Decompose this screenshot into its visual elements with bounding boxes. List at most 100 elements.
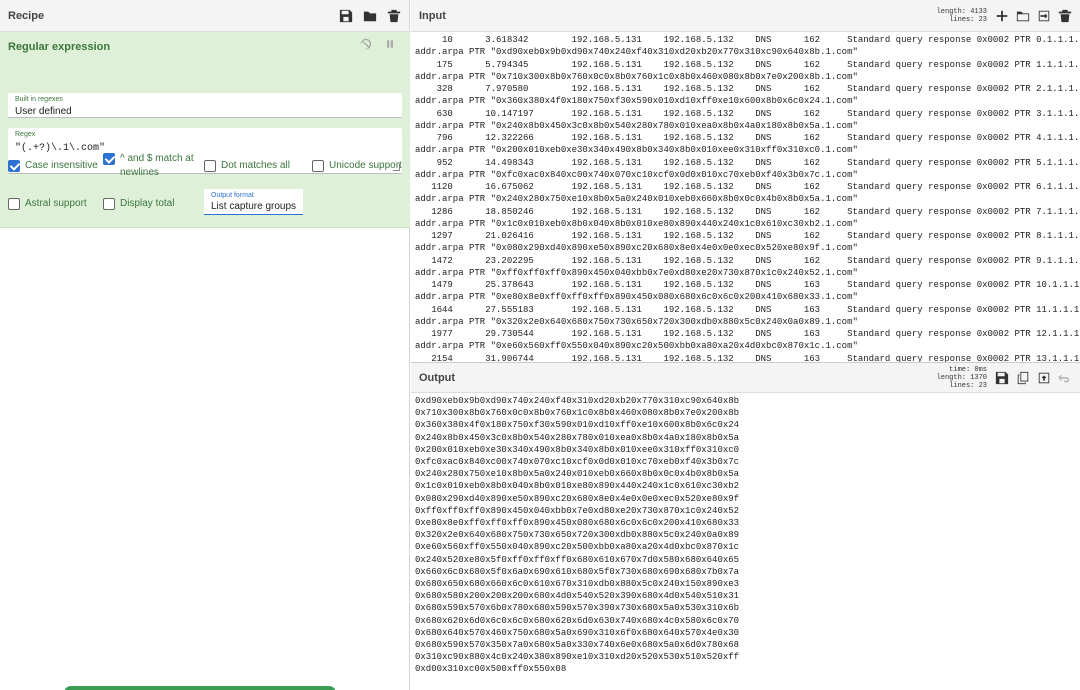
output-line: 0x320x2e0x640x680x750x730x650x720x300xdb… xyxy=(415,530,740,541)
output-line: 0x240x280x750xe10x8b0x5a0x240x010xeb0x66… xyxy=(415,469,740,480)
recipe-title: Recipe xyxy=(8,9,45,22)
output-line: 0x660x6c0x680x5f0x6a0x690x610x680x5f0x73… xyxy=(415,566,740,577)
regex-label: Regex xyxy=(15,131,36,138)
output-time-value: 0ms xyxy=(974,365,987,374)
multiline-checkbox[interactable]: ^ and $ match at newlines xyxy=(103,152,198,180)
input-line: 1286 18.850246 192.168.5.131 192.168.5.1… xyxy=(415,206,1080,217)
output-line: 0xe60x560xff0x550x040x890xc20x500xbb0xa8… xyxy=(415,542,740,553)
input-line: 796 12.322266 192.168.5.131 192.168.5.13… xyxy=(415,133,1080,143)
input-line: 1120 16.675062 192.168.5.131 192.168.5.1… xyxy=(415,182,1080,192)
input-line: 952 14.498343 192.168.5.131 192.168.5.13… xyxy=(415,157,1080,168)
output-line: 0x360x380x4f0x180x750xf30x590x010xd10xff… xyxy=(415,420,740,431)
output-header: Output time: 0ms length: 1370 lines: 23 xyxy=(411,363,1080,393)
output-format-select[interactable]: Output format List capture groups xyxy=(204,189,303,215)
copy-icon[interactable] xyxy=(1016,371,1030,385)
case-insensitive-checkbox[interactable]: Case insensitive xyxy=(8,159,98,173)
recipe-pane: Recipe Regular expression Built in regex… xyxy=(0,0,410,690)
output-line: 0x680x620x6d0x6c0x6c0x680x620x6d0x630x74… xyxy=(415,615,740,626)
builtin-regex-value: User defined xyxy=(15,106,72,117)
input-line: 175 5.794345 192.168.5.131 192.168.5.132… xyxy=(415,59,1080,70)
output-line: 0x710x300x8b0x760x0c0x8b0x760x1c0x8b0x46… xyxy=(415,408,740,419)
output-length-label: length: xyxy=(936,373,966,382)
checkbox-checked[interactable] xyxy=(103,153,115,165)
input-line: addr.arpa PTR "0x240x280x750xe10x8b0x5a0… xyxy=(415,194,858,205)
input-header: Input length: 4133 lines: 23 xyxy=(411,0,1080,32)
output-format-label: Output format xyxy=(211,192,254,199)
undo-icon[interactable] xyxy=(1058,371,1072,385)
checkbox-unchecked[interactable] xyxy=(103,198,115,210)
input-line: addr.arpa PTR "0xd90xeb0x9b0xd90x740x240… xyxy=(415,47,858,58)
trash-icon[interactable] xyxy=(387,9,401,23)
input-line: addr.arpa PTR "0x1c0x010xeb0x8b0x040x8b0… xyxy=(415,218,858,229)
output-line: 0x080x290xd40x890xe50x890xc20x680x8e0x4e… xyxy=(415,493,740,504)
output-line: 0xd90xeb0x9b0xd90x740x240xf40x310xd20xb2… xyxy=(415,396,740,406)
input-line: addr.arpa PTR "0xe60x560xff0x550x040x890… xyxy=(415,341,858,352)
clear-input-icon[interactable] xyxy=(1058,9,1072,23)
pause-icon[interactable] xyxy=(384,38,396,50)
checkbox-unchecked[interactable] xyxy=(312,160,324,172)
case-insensitive-label: Case insensitive xyxy=(25,160,98,171)
input-line: 630 10.147197 192.168.5.131 192.168.5.13… xyxy=(415,108,1080,119)
unicode-support-checkbox[interactable]: Unicode support xyxy=(312,159,402,173)
output-stats: time: 0ms length: 1370 lines: 23 xyxy=(937,366,987,390)
input-stats: length: 4133 lines: 23 xyxy=(937,8,987,24)
checkbox-checked[interactable] xyxy=(8,160,20,172)
recipe-header: Recipe xyxy=(0,0,409,32)
input-textarea[interactable]: 10 3.618342 192.168.5.131 192.168.5.132 … xyxy=(411,32,1080,362)
input-line: 1479 25.378643 192.168.5.131 192.168.5.1… xyxy=(415,280,1080,290)
checkbox-unchecked[interactable] xyxy=(8,198,20,210)
operation-title: Regular expression xyxy=(8,41,111,53)
disable-icon[interactable] xyxy=(360,38,372,50)
input-line: 1977 29.730544 192.168.5.131 192.168.5.1… xyxy=(415,329,1080,339)
input-line: 10 3.618342 192.168.5.131 192.168.5.132 … xyxy=(415,35,1080,45)
output-lines-label: lines: xyxy=(949,381,975,390)
dot-matches-all-checkbox[interactable]: Dot matches all xyxy=(204,159,290,173)
output-length-value: 1370 xyxy=(970,373,987,382)
input-line: addr.arpa PTR "0x240x8b0x450x3c0x8b0x540… xyxy=(415,120,858,131)
output-line: 0x310xc90x880x4c0x240x380x890xe10x310xd2… xyxy=(415,652,740,663)
output-line: 0xff0xff0xff0x890x450x040xbb0x7e0xd80xe2… xyxy=(415,505,740,516)
input-line: addr.arpa PTR "0x360x380x4f0x180x750xf30… xyxy=(415,96,858,107)
replace-input-icon[interactable] xyxy=(1037,371,1051,385)
regex-value: "(.+?)\.1\.com" xyxy=(15,143,106,154)
builtin-regex-select[interactable]: Built in regexes User defined xyxy=(8,93,402,118)
input-line: addr.arpa PTR "0xfc0xac0x840xc00x740x070… xyxy=(415,169,858,180)
input-line: addr.arpa PTR "0xff0xff0xff0x890x450x040… xyxy=(415,267,858,278)
input-lines-value: 23 xyxy=(978,15,987,24)
input-title: Input xyxy=(419,9,446,22)
folder-icon[interactable] xyxy=(363,9,377,23)
save-icon[interactable] xyxy=(339,9,353,23)
output-line: 0x200x010xeb0xe30x340x490x8b0x340x8b0x01… xyxy=(415,444,740,455)
output-textarea[interactable]: 0xd90xeb0x9b0xd90x740x240xf40x310xd20xb2… xyxy=(411,393,1080,689)
astral-support-checkbox[interactable]: Astral support xyxy=(8,197,87,211)
input-line: addr.arpa PTR "0x320x2e0x640x680x750x730… xyxy=(415,316,858,327)
input-line: addr.arpa PTR "0x080x290xd40x890xe50x890… xyxy=(415,243,858,254)
input-pane: Input length: 4133 lines: 23 10 3.618342… xyxy=(411,0,1080,362)
output-line: 0x680x590x570x350x7a0x680x5a0x330x740x6e… xyxy=(415,640,740,651)
display-total-checkbox[interactable]: Display total xyxy=(103,197,174,211)
output-line: 0x240x520xe80x5f0xff0xff0xff0x680x610x67… xyxy=(415,554,740,565)
output-line: 0xfc0xac0x840xc00x740x070xc10xcf0x0d0x01… xyxy=(415,457,740,468)
output-line: 0x680x640x570x460x750x680x5a0x690x310x6f… xyxy=(415,627,740,638)
output-line: 0x1c0x010xeb0x8b0x040x8b0x010xe80x890x44… xyxy=(415,481,740,492)
open-file-icon[interactable] xyxy=(1037,9,1051,23)
display-total-label: Display total xyxy=(120,198,175,209)
multiline-label: ^ and $ match at newlines xyxy=(120,153,194,178)
add-tab-icon[interactable] xyxy=(995,9,1009,23)
bake-button[interactable] xyxy=(64,686,336,690)
output-time-label: time: xyxy=(949,365,971,374)
dot-matches-all-label: Dot matches all xyxy=(221,160,290,171)
checkbox-unchecked[interactable] xyxy=(204,160,216,172)
input-line: addr.arpa PTR "0xe80x8e0xff0xff0xff0x890… xyxy=(415,292,858,303)
output-line: 0xd00x310xc00x500xff0x550x08 xyxy=(415,664,567,675)
output-line: 0x240x8b0x450x3c0x8b0x540x280x780x010xea… xyxy=(415,432,740,443)
output-line: 0xe80x8e0xff0xff0xff0x890x450x080x680x6c… xyxy=(415,518,740,529)
input-length-label: length: xyxy=(936,7,966,16)
builtin-regex-label: Built in regexes xyxy=(15,96,63,103)
output-line: 0x680x650x680x660x6c0x610x670x310xdb0x88… xyxy=(415,579,740,590)
unicode-support-label: Unicode support xyxy=(329,160,402,171)
save-output-icon[interactable] xyxy=(995,371,1009,385)
open-folder-icon[interactable] xyxy=(1016,9,1030,23)
regex-operation: Regular expression Built in regexes User… xyxy=(0,32,410,228)
input-line: 1472 23.202295 192.168.5.131 192.168.5.1… xyxy=(415,255,1080,266)
